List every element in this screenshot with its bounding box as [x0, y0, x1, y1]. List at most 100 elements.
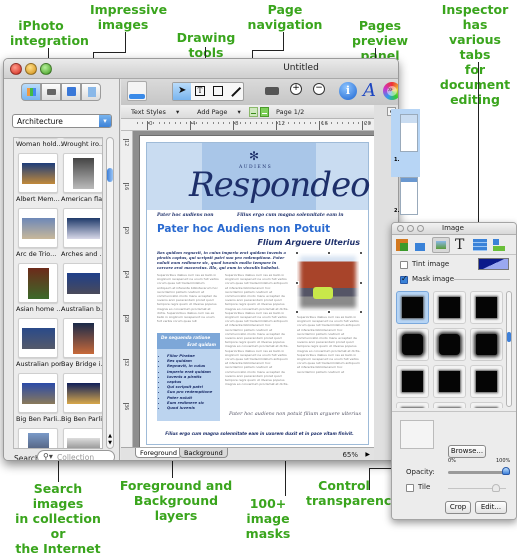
mask-option[interactable]: [433, 402, 466, 408]
drawing-tools: ➤ T: [172, 82, 244, 101]
mask-option[interactable]: [396, 402, 429, 408]
layout-tab[interactable]: [396, 239, 408, 251]
image-tab[interactable]: [432, 237, 450, 253]
thumbnail-item[interactable]: Albert Mem...: [16, 153, 61, 208]
effects-tab[interactable]: [415, 239, 427, 251]
image-well[interactable]: [400, 420, 434, 449]
zoom-in-button[interactable]: +: [289, 82, 307, 100]
collection-dropdown[interactable]: Architecture ▾: [12, 114, 112, 128]
thumbnail-item[interactable]: American fla...: [61, 153, 102, 208]
mask-option[interactable]: [396, 291, 429, 324]
text-tab[interactable]: T: [455, 237, 469, 253]
mask-shape: [402, 371, 423, 392]
mask-option[interactable]: [470, 365, 503, 398]
media-browser-button[interactable]: [127, 81, 147, 101]
zoom-out-button[interactable]: −: [312, 82, 330, 100]
thumbnail-image: [67, 383, 100, 404]
background-layer-tab[interactable]: Background: [179, 448, 228, 458]
newsletter: ✻ AUDIENS Respondeo Pater hoc audiens no…: [146, 142, 371, 445]
browse-button[interactable]: Browse...: [448, 445, 486, 458]
mask-option[interactable]: [396, 365, 429, 398]
thumbnail-item[interactable]: Wrought iro...: [61, 138, 102, 153]
crop-button[interactable]: Crop: [445, 501, 471, 514]
thumbnail-item[interactable]: Big Ben Parli...: [61, 373, 102, 428]
resize-handle[interactable]: [359, 251, 363, 255]
leader-impressive-h: [93, 52, 126, 53]
zoom-level[interactable]: 65%: [342, 451, 358, 459]
mask-image-checkbox[interactable]: ✓: [400, 274, 408, 284]
resize-handle[interactable]: [295, 310, 299, 314]
rectangle-tool[interactable]: [209, 83, 227, 100]
thumbnail-item[interactable]: Australian b...: [61, 263, 102, 318]
thumbnail-item[interactable]: Australian port: [16, 318, 62, 373]
inspector-minimize-button[interactable]: [407, 225, 414, 232]
thumbnail-item[interactable]: [63, 428, 102, 448]
page-number-2: 2.: [394, 208, 400, 214]
text-tool[interactable]: T: [191, 83, 209, 100]
add-page-dropdown[interactable]: Add Page ▾: [197, 108, 241, 116]
thumbnail-item[interactable]: Arc de Trio...: [16, 208, 61, 263]
ruler-minor-tick: [288, 122, 290, 124]
add-page-label: Add Page: [197, 108, 228, 116]
mask-option[interactable]: [470, 291, 503, 324]
mask-option[interactable]: [470, 328, 503, 361]
tint-color-swatch[interactable]: [478, 258, 509, 270]
line-tool[interactable]: [227, 83, 245, 100]
resize-handle[interactable]: [359, 281, 363, 285]
files-tab[interactable]: [81, 83, 101, 101]
resize-handle[interactable]: [327, 251, 331, 255]
tile-checkbox[interactable]: [406, 484, 414, 492]
mask-shape: [476, 334, 497, 355]
mask-option[interactable]: [433, 291, 466, 324]
thumbnail-item[interactable]: [18, 428, 61, 448]
shapes-tab[interactable]: [61, 83, 81, 101]
iphoto-tab[interactable]: [21, 83, 41, 101]
foreground-layer-tab[interactable]: Foreground: [135, 448, 183, 458]
mask-option[interactable]: [396, 328, 429, 361]
mask-option[interactable]: [433, 328, 466, 361]
ruler-minor-tick: [255, 122, 257, 124]
thumbnail-item[interactable]: Big Ben Parli...: [16, 373, 62, 428]
toolbar-overflow[interactable]: »: [387, 85, 393, 95]
thumbnail-image: [67, 438, 100, 448]
selected-photo[interactable]: [297, 253, 359, 311]
resize-handle[interactable]: [359, 310, 363, 314]
select-tool[interactable]: ➤: [173, 83, 191, 100]
photos-tab[interactable]: [41, 83, 61, 101]
thumbnail-item[interactable]: Arches and ...: [61, 208, 102, 263]
previous-page-button[interactable]: [249, 107, 258, 117]
mask-scrollbar[interactable]: [506, 291, 512, 407]
tint-image-checkbox[interactable]: [400, 261, 408, 269]
resize-handle[interactable]: [295, 281, 299, 285]
edit-button[interactable]: Edit...: [475, 501, 507, 514]
scroll-up-arrow[interactable]: ▲: [107, 433, 113, 439]
align-tab[interactable]: [493, 239, 505, 251]
opacity-slider-knob[interactable]: [502, 467, 510, 475]
chevron-down-icon: ▾: [99, 115, 111, 127]
print-button[interactable]: [263, 83, 281, 99]
opacity-slider[interactable]: [448, 467, 510, 475]
fonts-button[interactable]: A: [361, 80, 379, 101]
search-input[interactable]: ⚲▾ Collection: [37, 450, 115, 460]
zoom-menu-arrow[interactable]: ▶: [365, 451, 370, 458]
mask-option[interactable]: [433, 365, 466, 398]
mask-option[interactable]: [470, 402, 503, 408]
table-tab[interactable]: [473, 239, 487, 251]
inspector-zoom-button[interactable]: [417, 225, 424, 232]
text-styles-dropdown[interactable]: Text Styles ▾: [131, 108, 179, 116]
page-preview-1[interactable]: 1.: [391, 109, 420, 177]
inspector-close-button[interactable]: [397, 225, 404, 232]
next-page-button[interactable]: [260, 107, 269, 117]
mask-scroll-thumb[interactable]: [507, 332, 511, 342]
scroll-down-arrow[interactable]: ▼: [107, 440, 113, 446]
page-preview-2[interactable]: 2.: [391, 177, 420, 223]
info-button[interactable]: i: [339, 82, 357, 100]
thumbnail-item[interactable]: Woman hold...: [16, 138, 62, 153]
ruler-minor-tick: [304, 122, 306, 124]
resize-handle[interactable]: [295, 251, 299, 255]
thumbnail-item[interactable]: Bay Bridge i...: [61, 318, 102, 373]
scroll-thumb[interactable]: [107, 168, 113, 182]
thumbnail-scrollbar[interactable]: ▲ ▼: [106, 137, 114, 449]
thumbnail-item[interactable]: Asian home ...: [16, 263, 62, 318]
resize-handle[interactable]: [327, 310, 331, 314]
